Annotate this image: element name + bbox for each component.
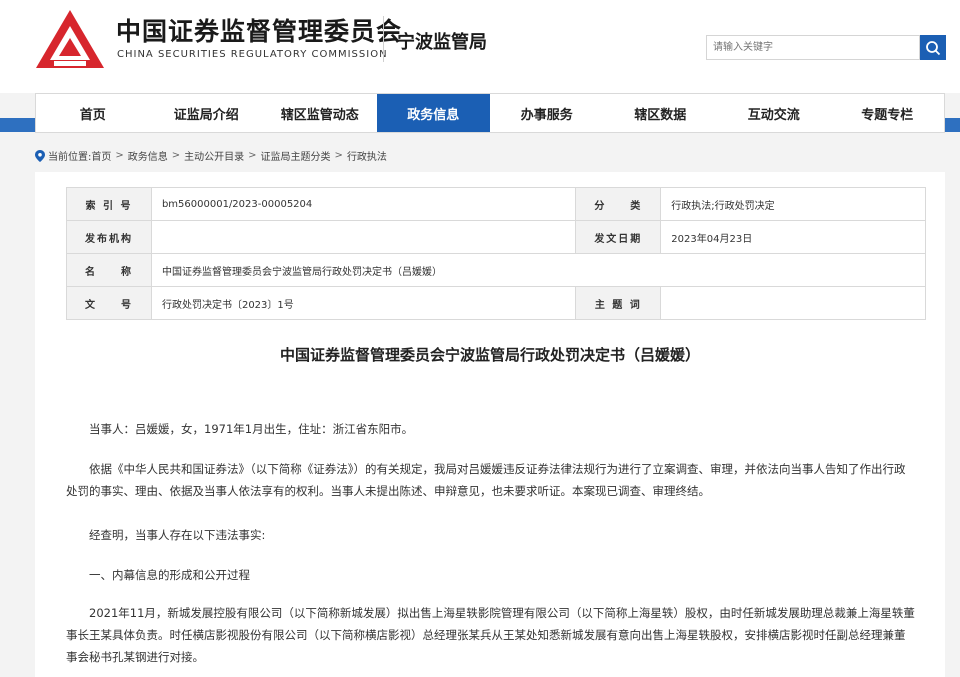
document-panel: 索 引 号 bm56000001/2023-00005204 分 类 行政执法;…	[35, 172, 945, 677]
breadcrumb-public-catalog[interactable]: 主动公开目录	[184, 148, 244, 163]
meta-keywords-value	[660, 286, 926, 320]
search-icon	[926, 40, 941, 55]
meta-publisher-label: 发布机构	[66, 220, 152, 254]
meta-name-label: 名 称	[66, 253, 152, 287]
meta-docno-value: 行政处罚决定书〔2023〕1号	[150, 286, 577, 320]
meta-docno-label: 文 号	[66, 286, 152, 320]
document-meta-table: 索 引 号 bm56000001/2023-00005204 分 类 行政执法;…	[66, 187, 927, 320]
search-input[interactable]	[706, 35, 920, 60]
search-button[interactable]	[920, 35, 946, 60]
meta-row: 文 号 行政处罚决定书〔2023〕1号 主 题 词	[66, 286, 926, 320]
meta-index-label: 索 引 号	[66, 187, 152, 221]
meta-publisher-value	[150, 220, 577, 254]
meta-row: 名 称 中国证券监督管理委员会宁波监管局行政处罚决定书（吕媛媛）	[66, 253, 927, 287]
breadcrumb: 当前位置: 首页 > 政务信息 > 主动公开目录 > 证监局主题分类 > 行政执…	[35, 148, 387, 163]
location-pin-icon	[35, 149, 45, 162]
meta-date-label: 发文日期	[575, 220, 662, 254]
org-name-cn: 中国证券监督管理委员会	[116, 17, 403, 46]
breadcrumb-topic-category[interactable]: 证监局主题分类	[261, 148, 331, 163]
nav-item-special-topics[interactable]: 专题专栏	[831, 94, 945, 132]
meta-category-value: 行政执法;行政处罚决定	[660, 187, 926, 221]
site-header: 中国证券监督管理委员会 CHINA SECURITIES REGULATORY …	[0, 0, 960, 93]
paragraph-party: 当事人：吕媛媛，女，1971年1月出生，住址：浙江省东阳市。	[89, 422, 414, 436]
bureau-name: 宁波监管局	[397, 32, 487, 53]
breadcrumb-separator: >	[334, 150, 343, 161]
paragraph-findings-intro: 经查明，当事人存在以下违法事实:	[89, 528, 266, 542]
meta-index-value: bm56000001/2023-00005204	[150, 187, 577, 221]
meta-date-value: 2023年04月23日	[660, 220, 926, 254]
meta-row: 索 引 号 bm56000001/2023-00005204 分 类 行政执法;…	[66, 187, 926, 221]
nav-item-interaction[interactable]: 互动交流	[717, 94, 831, 132]
document-title: 中国证券监督管理委员会宁波监管局行政处罚决定书（吕媛媛）	[279, 346, 700, 364]
breadcrumb-government-info[interactable]: 政务信息	[128, 148, 168, 163]
nav-item-services[interactable]: 办事服务	[490, 94, 604, 132]
nav-item-about[interactable]: 证监局介绍	[150, 94, 264, 132]
nav-item-government-info[interactable]: 政务信息	[376, 94, 490, 132]
paragraph-section-heading: 一、内幕信息的形成和公开过程	[89, 568, 250, 582]
breadcrumb-separator: >	[115, 150, 124, 161]
breadcrumb-enforcement[interactable]: 行政执法	[347, 148, 387, 163]
main-nav: 首页 证监局介绍 辖区监管动态 政务信息 办事服务 辖区数据 互动交流 专题专栏	[35, 93, 945, 133]
org-name-en: CHINA SECURITIES REGULATORY COMMISSION	[117, 49, 388, 60]
meta-keywords-label: 主 题 词	[575, 286, 662, 320]
nav-item-home[interactable]: 首页	[36, 94, 150, 132]
header-divider	[383, 16, 384, 62]
meta-row: 发布机构 发文日期 2023年04月23日	[66, 220, 926, 254]
meta-category-label: 分 类	[575, 187, 662, 221]
breadcrumb-separator: >	[171, 150, 181, 161]
paragraph-basis: 依据《中华人民共和国证券法》（以下简称《证券法》）的有关规定，我局对吕媛媛违反证…	[66, 462, 906, 498]
paragraph-facts: 2021年11月，新城发展控股有限公司（以下简称新城发展）拟出售上海星轶影院管理…	[66, 606, 915, 664]
csrc-logo-icon[interactable]	[34, 8, 106, 70]
breadcrumb-label: 当前位置:	[48, 152, 92, 163]
nav-item-regional-data[interactable]: 辖区数据	[604, 94, 718, 132]
nav-item-regional-news[interactable]: 辖区监管动态	[263, 94, 377, 132]
meta-name-value: 中国证券监督管理委员会宁波监管局行政处罚决定书（吕媛媛）	[150, 253, 927, 287]
breadcrumb-home[interactable]: 首页	[91, 148, 111, 163]
breadcrumb-separator: >	[248, 150, 257, 161]
